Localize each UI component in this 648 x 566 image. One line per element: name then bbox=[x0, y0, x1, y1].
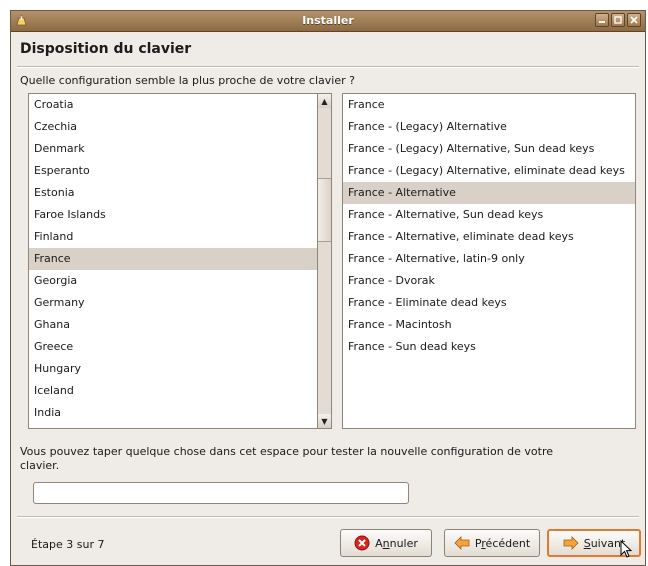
variant-list-item[interactable]: France - Dvorak bbox=[343, 270, 635, 292]
variant-list-item[interactable]: France - Alternative, eliminate dead key… bbox=[343, 226, 635, 248]
variant-list-item[interactable]: France - Alternative, latin-9 only bbox=[343, 248, 635, 270]
close-icon bbox=[630, 16, 638, 24]
window-title: Installer bbox=[302, 14, 354, 27]
back-button[interactable]: Précédent bbox=[444, 529, 540, 557]
x-circle-icon bbox=[354, 535, 370, 551]
minimize-button[interactable] bbox=[595, 13, 609, 27]
country-list-item[interactable]: India bbox=[29, 402, 317, 424]
variant-list-item[interactable]: France - Alternative, Sun dead keys bbox=[343, 204, 635, 226]
country-list-item[interactable]: Ghana bbox=[29, 314, 317, 336]
cancel-button[interactable]: Annuler bbox=[340, 529, 432, 557]
country-list-item[interactable]: Finland bbox=[29, 226, 317, 248]
country-list-scrollbar[interactable]: ▲ ▼ bbox=[317, 93, 332, 429]
minimize-icon bbox=[599, 21, 605, 23]
triangle-up-icon: ▲ bbox=[321, 96, 328, 106]
country-list-item[interactable]: Esperanto bbox=[29, 160, 317, 182]
maximize-icon bbox=[614, 16, 622, 24]
country-list-item[interactable]: Hungary bbox=[29, 358, 317, 380]
mouse-pointer-icon bbox=[620, 540, 632, 558]
country-list-item[interactable]: France bbox=[29, 248, 317, 270]
country-list-item[interactable]: Denmark bbox=[29, 138, 317, 160]
variant-list-item[interactable]: France - Macintosh bbox=[343, 314, 635, 336]
footer-divider bbox=[17, 516, 639, 518]
variant-list-item[interactable]: France - (Legacy) Alternative bbox=[343, 116, 635, 138]
keyboard-test-input[interactable] bbox=[33, 482, 409, 504]
arrow-left-icon bbox=[454, 536, 470, 550]
variant-list-item[interactable]: France - (Legacy) Alternative, Sun dead … bbox=[343, 138, 635, 160]
country-list[interactable]: Croatia Czechia Denmark Esperanto Estonia Far… bbox=[28, 93, 318, 429]
cancel-label: Annuler bbox=[375, 536, 418, 550]
variant-list-item[interactable]: France - Eliminate dead keys bbox=[343, 292, 635, 314]
variant-list-item[interactable]: France - (Legacy) Alternative, eliminate… bbox=[343, 160, 635, 182]
variant-list-item[interactable]: France - Alternative bbox=[343, 182, 635, 204]
page-title: Disposition du clavier bbox=[20, 41, 192, 57]
installer-window: Installer Disposition du clavier Quelle … bbox=[10, 10, 646, 566]
country-list-item[interactable]: Greece bbox=[29, 336, 317, 358]
country-list-item[interactable]: Faroe Islands bbox=[29, 204, 317, 226]
maximize-button[interactable] bbox=[611, 13, 625, 27]
country-list-item[interactable]: Croatia bbox=[29, 94, 317, 116]
triangle-down-icon: ▼ bbox=[321, 416, 328, 426]
country-list-item[interactable]: Iceland bbox=[29, 380, 317, 402]
country-list-item[interactable]: Georgia bbox=[29, 270, 317, 292]
scrollbar-thumb[interactable] bbox=[318, 178, 331, 242]
back-label: Précédent bbox=[474, 536, 531, 550]
variant-list-item[interactable]: France - Sun dead keys bbox=[343, 336, 635, 358]
title-bar[interactable]: Installer bbox=[11, 11, 645, 32]
close-button[interactable] bbox=[627, 13, 641, 27]
variant-list-item[interactable]: France bbox=[343, 94, 635, 116]
test-instructions: Vous pouvez taper quelque chose dans cet… bbox=[20, 445, 554, 472]
layout-question: Quelle configuration semble la plus proc… bbox=[20, 74, 355, 87]
country-list-item[interactable]: Estonia bbox=[29, 182, 317, 204]
scroll-up-button[interactable]: ▲ bbox=[318, 94, 331, 108]
step-indicator: Étape 3 sur 7 bbox=[31, 538, 105, 551]
scroll-down-button[interactable]: ▼ bbox=[318, 414, 331, 428]
variant-list[interactable]: France France - (Legacy) Alternative Franc… bbox=[342, 93, 636, 429]
country-list-item[interactable]: Czechia bbox=[29, 116, 317, 138]
arrow-right-icon bbox=[563, 536, 579, 550]
country-list-item[interactable]: Germany bbox=[29, 292, 317, 314]
header-divider bbox=[17, 66, 639, 68]
